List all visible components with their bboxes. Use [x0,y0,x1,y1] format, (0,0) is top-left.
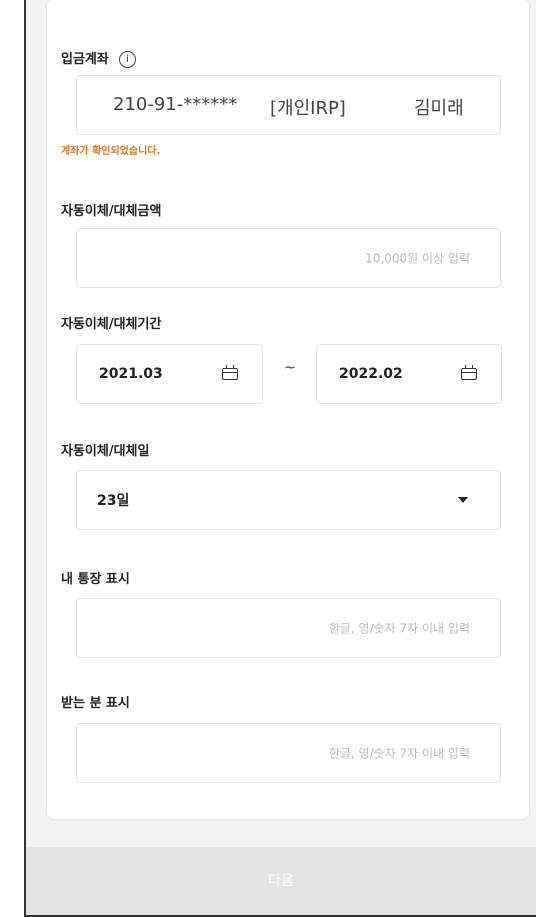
recipient-passbook-label: 받는 분 표시 [61,696,130,711]
deposit-account-label: 입금계좌 i [61,48,136,68]
chevron-down-icon[interactable] [458,497,468,503]
day-select[interactable]: 23일 [76,470,501,530]
my-passbook-input[interactable]: 한글, 영/숫자 7자 이내 입력 [76,598,501,658]
account-confirm-message: 계좌가 확인되었습니다. [61,146,161,157]
day-label: 자동이체/대체일 [61,444,150,459]
my-passbook-placeholder: 한글, 영/숫자 7자 이내 입력 [328,621,470,636]
account-type: [개인IRP] [270,98,346,119]
day-value: 23일 [97,493,130,509]
my-passbook-label: 내 통장 표시 [61,572,130,587]
period-start-picker[interactable]: 2021.03 [76,344,263,404]
calendar-icon[interactable] [222,365,238,380]
next-button-label: 다음 [268,873,294,889]
period-end-value: 2022.02 [339,366,403,382]
period-start-value: 2021.03 [99,366,163,382]
account-holder: 김미래 [414,98,464,119]
amount-input[interactable]: 10,000원 이상 입력 [76,228,501,288]
info-icon[interactable]: i [118,51,136,68]
recipient-passbook-placeholder: 한글, 영/숫자 7자 이내 입력 [328,746,470,761]
deposit-account-label-text: 입금계좌 [61,52,109,67]
period-label: 자동이체/대체기간 [61,317,162,332]
period-separator: ~ [284,360,296,376]
calendar-icon[interactable] [461,365,477,380]
amount-label: 자동이체/대체금액 [61,204,162,219]
deposit-account-field: 210-91-****** [개인IRP] 김미래 [76,75,501,135]
account-number: 210-91-****** [113,94,238,115]
recipient-passbook-input[interactable]: 한글, 영/숫자 7자 이내 입력 [76,723,501,783]
app-frame: 입금계좌 i 210-91-****** [개인IRP] 김미래 계좌가 확인되었… [24,0,536,917]
next-button[interactable]: 다음 [26,847,536,915]
period-end-picker[interactable]: 2022.02 [316,344,502,404]
amount-placeholder: 10,000원 이상 입력 [365,251,470,266]
